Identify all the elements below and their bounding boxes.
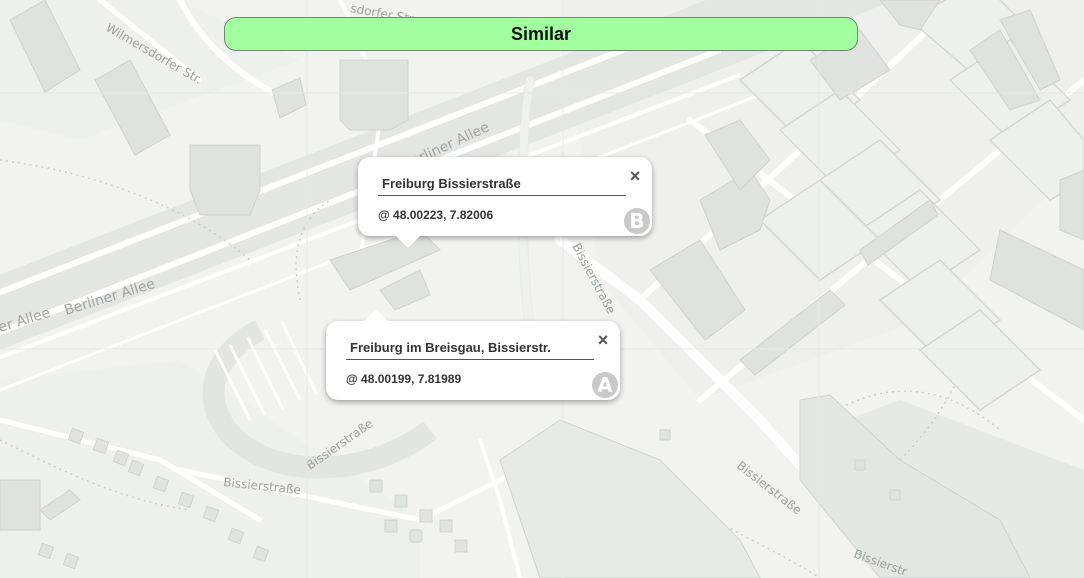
popup-a-title: Freiburg im Breisgau, Bissierstr. [350, 340, 551, 355]
close-icon[interactable]: × [628, 167, 642, 185]
similarity-verdict-banner: Similar [224, 17, 858, 51]
popup-b-divider [378, 195, 626, 196]
popup-b-pointer [396, 236, 420, 248]
popup-a-divider [346, 359, 594, 360]
popup-location-b[interactable]: Freiburg Bissierstraße @ 48.00223, 7.820… [358, 157, 652, 236]
popup-b-coordinates: @ 48.00223, 7.82006 [378, 208, 494, 222]
popup-b-title: Freiburg Bissierstraße [382, 176, 521, 191]
map-canvas[interactable]: Wilmersdorfer Str. sdorfer Str. Berliner… [0, 0, 1084, 578]
marker-badge-a: A [592, 372, 618, 398]
marker-badge-b: B [624, 208, 650, 234]
verdict-label: Similar [510, 23, 572, 44]
popup-a-coordinates: @ 48.00199, 7.81989 [346, 372, 462, 386]
popup-location-a[interactable]: Freiburg im Breisgau, Bissierstr. @ 48.0… [326, 321, 620, 400]
popup-a-pointer [364, 309, 388, 321]
close-icon[interactable]: × [596, 331, 610, 349]
